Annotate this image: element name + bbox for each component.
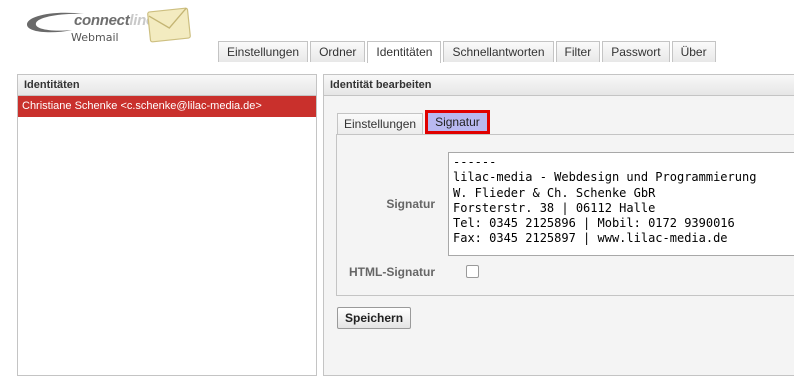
html-signature-checkbox[interactable] bbox=[466, 265, 479, 278]
main-tab-bar: Einstellungen Ordner Identitäten Schnell… bbox=[218, 41, 718, 63]
envelope-icon bbox=[147, 7, 191, 43]
tab-identitaeten[interactable]: Identitäten bbox=[367, 41, 442, 63]
identity-list-item[interactable]: Christiane Schenke <c.schenke@lilac-medi… bbox=[18, 96, 316, 117]
tab-einstellungen[interactable]: Einstellungen bbox=[218, 41, 309, 62]
brand-main: connect bbox=[74, 12, 130, 29]
identities-panel-title: Identitäten bbox=[18, 75, 316, 96]
identity-sub-tab-bar: Einstellungen Signatur bbox=[337, 110, 492, 134]
edit-identity-panel-title: Identität bearbeiten bbox=[324, 75, 794, 96]
app-logo: connectline Webmail bbox=[24, 4, 194, 48]
edit-identity-panel: Identität bearbeiten Einstellungen Signa… bbox=[323, 74, 794, 376]
tab-filter[interactable]: Filter bbox=[555, 41, 601, 62]
signature-form: Signatur ------ lilac-media - Webdesign … bbox=[336, 134, 794, 296]
html-signature-label: HTML-Signatur bbox=[349, 265, 435, 279]
tab-schnellantworten[interactable]: Schnellantworten bbox=[443, 41, 554, 62]
subtab-signatur[interactable]: Signatur bbox=[425, 110, 490, 134]
identities-panel: Identitäten Christiane Schenke <c.schenk… bbox=[17, 74, 317, 376]
tab-ueber[interactable]: Über bbox=[671, 41, 716, 62]
tab-passwort[interactable]: Passwort bbox=[602, 41, 670, 62]
tab-ordner[interactable]: Ordner bbox=[310, 41, 366, 62]
save-button[interactable]: Speichern bbox=[337, 307, 412, 329]
brand-subtitle: Webmail bbox=[71, 31, 119, 44]
signature-textarea[interactable]: ------ lilac-media - Webdesign und Progr… bbox=[448, 152, 794, 256]
signature-label: Signatur bbox=[386, 197, 435, 211]
subtab-einstellungen[interactable]: Einstellungen bbox=[337, 113, 424, 134]
